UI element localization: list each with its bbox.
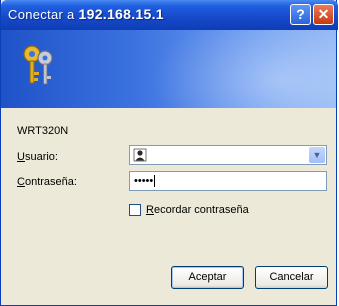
close-button[interactable]: ✕ (313, 4, 334, 25)
password-label-rest: ontraseña: (24, 176, 77, 188)
device-name: WRT320N (17, 125, 69, 137)
username-label-rest: suario: (24, 151, 58, 163)
title-prefix: Conectar a (8, 7, 79, 22)
user-icon (133, 148, 147, 162)
keys-icon (23, 45, 53, 85)
text-caret (154, 175, 156, 188)
username-label: Usuario: (17, 151, 58, 163)
remember-password-label[interactable]: Recordar contraseña (146, 204, 249, 216)
help-button[interactable]: ? (290, 4, 311, 25)
login-dialog: Conectar a 192.168.15.1 ? ✕ WRT320N Usua… (0, 0, 338, 306)
password-field[interactable]: ••••• (129, 171, 327, 191)
password-accel: C (17, 176, 25, 188)
window-title: Conectar a 192.168.15.1 (8, 6, 164, 22)
password-label: Contraseña: (17, 176, 77, 188)
cancel-button[interactable]: Cancelar (255, 266, 328, 289)
chevron-down-icon[interactable]: ▼ (309, 147, 325, 163)
remember-password-checkbox[interactable] (129, 204, 141, 216)
title-bar[interactable]: Conectar a 192.168.15.1 ? ✕ (1, 0, 338, 30)
banner-sheen (151, 30, 336, 108)
password-value: ••••• (134, 175, 154, 187)
banner (1, 30, 336, 108)
title-host: 192.168.15.1 (78, 6, 164, 22)
username-accel: U (17, 151, 25, 163)
username-combobox[interactable]: ▼ (129, 145, 327, 165)
remember-label-rest: ecordar contraseña (153, 204, 249, 216)
ok-button[interactable]: Aceptar (171, 266, 244, 289)
remember-accel: R (146, 204, 154, 216)
